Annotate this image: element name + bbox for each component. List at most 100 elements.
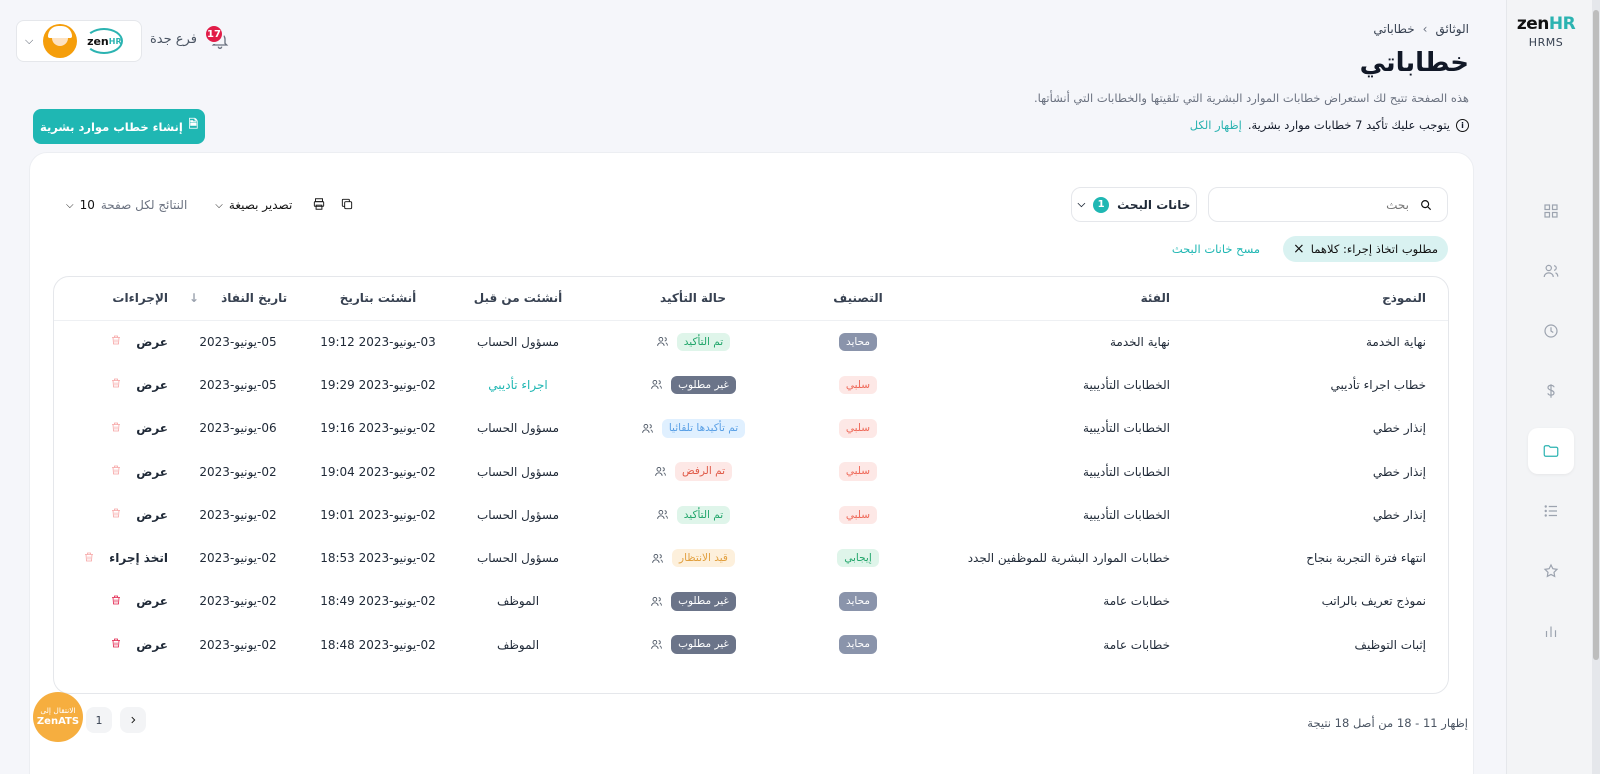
list-icon[interactable] — [1528, 488, 1574, 534]
header-category[interactable]: الفئة — [918, 277, 1188, 321]
clock-icon[interactable] — [1528, 308, 1574, 354]
export-select[interactable]: ⌵ تصدير بصيغة — [215, 198, 292, 212]
per-page-value: 10 — [79, 198, 95, 212]
reports-chart-icon[interactable] — [1528, 608, 1574, 654]
breadcrumb-root[interactable]: الوثائق — [1435, 22, 1469, 36]
scrollbar-thumb[interactable] — [1593, 10, 1599, 660]
create-hr-letter-button[interactable]: 🗎 إنشاء خطاب موارد بشرية — [33, 109, 205, 144]
search-input[interactable] — [1229, 197, 1409, 212]
cell-created-at: 02-يونيو-2023 19:29 — [320, 377, 436, 392]
status-cell: تم التأكيد — [656, 505, 731, 525]
per-page-select[interactable]: ⌵ 10 النتائج لكل صفحة — [66, 198, 187, 212]
users-icon[interactable] — [654, 465, 667, 478]
status-badge: غير مطلوب — [671, 635, 736, 655]
users-icon[interactable] — [650, 595, 663, 608]
status-badge: تم تأكيدها تلقائيا — [661, 418, 746, 438]
status-badge: تم الرفض — [674, 462, 733, 481]
status-badge: غير مطلوب — [671, 375, 736, 395]
search-filters-button[interactable]: خانات البحث 1 ⌵ — [1071, 187, 1197, 222]
cell-created-by: مسؤول الحساب — [476, 464, 560, 479]
cell-category: الخطابات التأديبية — [1083, 377, 1170, 392]
cell-created-by[interactable]: اجراء تأديبي — [488, 378, 547, 392]
header-created-at[interactable]: أنشئت بتاريخ — [308, 277, 448, 321]
table-row: انتهاء فترة التجربة بنجاح خطابات الموارد… — [54, 536, 1448, 579]
cell-created-by: مسؤول الحساب — [476, 334, 560, 349]
delete-trash-icon[interactable] — [110, 637, 122, 652]
notifications-bell-icon[interactable]: 17 — [204, 24, 232, 52]
row-actions: عرض — [110, 637, 168, 652]
cell-model: خطاب اجراء تأديبي — [1330, 377, 1427, 392]
classification-badge: محايد — [838, 332, 878, 352]
documents-folder-icon[interactable] — [1528, 428, 1574, 474]
show-all-link[interactable]: إظهار الكل — [1190, 118, 1242, 132]
cell-category: خطابات عامة — [1103, 594, 1170, 609]
page-number-button[interactable]: 1 — [86, 707, 112, 733]
search-icon — [1421, 199, 1432, 210]
row-action-link[interactable]: اتخذ إجراء — [109, 551, 168, 565]
cell-model: نهاية الخدمة — [1365, 334, 1426, 349]
filters-label: خانات البحث — [1117, 197, 1191, 212]
delete-trash-icon[interactable] — [110, 594, 122, 609]
delete-trash-icon[interactable] — [110, 464, 122, 479]
delete-trash-icon[interactable] — [110, 421, 122, 436]
cell-effective-date: 06-يونيو-2023 — [199, 421, 277, 436]
users-icon[interactable] — [650, 638, 663, 651]
status-cell: تم التأكيد — [656, 332, 731, 352]
row-action-link[interactable]: عرض — [136, 465, 168, 479]
page-description: هذه الصفحة تتيح لك استعراض خطابات الموار… — [1033, 91, 1469, 105]
users-icon[interactable] — [650, 378, 663, 391]
chevron-down-icon: ⌵ — [25, 34, 34, 47]
cell-created-at: 02-يونيو-2023 19:01 — [320, 507, 436, 522]
header-created-by[interactable]: أنشئت من قبل — [448, 277, 588, 321]
copy-icon[interactable] — [340, 197, 356, 213]
chevron-right-icon — [131, 716, 136, 724]
user-menu[interactable]: ⌵ zen HR — [16, 20, 142, 62]
row-actions: عرض — [110, 334, 168, 349]
dashboard-icon[interactable] — [1528, 188, 1574, 234]
classification-badge: سلبي — [838, 505, 878, 525]
users-icon[interactable] — [641, 422, 654, 435]
row-action-link[interactable]: عرض — [136, 421, 168, 435]
search-box[interactable] — [1208, 187, 1448, 222]
clear-filters-link[interactable]: مسح خانات البحث — [1172, 242, 1260, 256]
row-action-link[interactable]: عرض — [136, 335, 168, 349]
cell-created-by: مسؤول الحساب — [476, 507, 560, 522]
delete-trash-icon[interactable] — [83, 551, 95, 566]
next-page-button[interactable] — [120, 707, 146, 733]
header-status[interactable]: حالة التأكيد — [588, 277, 798, 321]
table-row: إنذار خطي الخطابات التأديبية سلبي تم الت… — [54, 493, 1448, 536]
breadcrumb-separator-icon: › — [1422, 22, 1428, 36]
row-action-link[interactable]: عرض — [136, 508, 168, 522]
zenhr-logo[interactable]: zenHR HRMS — [1516, 14, 1576, 49]
logo-subtitle: HRMS — [1528, 36, 1564, 49]
employees-icon[interactable] — [1528, 248, 1574, 294]
row-action-link[interactable]: عرض — [136, 378, 168, 392]
sort-arrow-icon[interactable]: ↓ — [189, 291, 199, 305]
row-action-link[interactable]: عرض — [136, 638, 168, 652]
delete-trash-icon[interactable] — [110, 377, 122, 392]
status-cell: غير مطلوب — [650, 635, 736, 655]
create-hr-letter-label: إنشاء خطاب موارد بشرية — [39, 119, 183, 134]
users-icon[interactable] — [656, 508, 669, 521]
breadcrumb: الوثائق › خطاباتي — [1373, 22, 1469, 36]
notifications-badge: 17 — [204, 24, 224, 44]
table-row: نهاية الخدمة نهاية الخدمة محايد تم التأك… — [54, 320, 1448, 363]
zenats-switch-button[interactable]: الانتقال إلى ZenATS — [33, 692, 83, 742]
header-classification[interactable]: التصنيف — [798, 277, 918, 321]
zenats-line1: الانتقال إلى — [40, 705, 76, 715]
users-icon[interactable] — [656, 335, 669, 348]
delete-trash-icon[interactable] — [110, 507, 122, 522]
document-icon: 🗎 — [188, 117, 199, 131]
table-row: نموذج تعريف بالراتب خطابات عامة محايد غي… — [54, 580, 1448, 623]
payroll-dollar-icon[interactable] — [1528, 368, 1574, 414]
delete-trash-icon[interactable] — [110, 334, 122, 349]
breadcrumb-current: خطاباتي — [1373, 22, 1415, 36]
header-effective-date[interactable]: تاريخ النفاذ ↓ — [168, 277, 308, 321]
users-icon[interactable] — [651, 552, 664, 565]
header-model[interactable]: النموذج — [1188, 277, 1448, 321]
row-action-link[interactable]: عرض — [136, 594, 168, 608]
star-icon[interactable] — [1528, 548, 1574, 594]
print-icon[interactable] — [312, 197, 328, 213]
close-icon[interactable]: × — [1293, 241, 1305, 257]
page-scrollbar[interactable] — [1592, 0, 1600, 774]
